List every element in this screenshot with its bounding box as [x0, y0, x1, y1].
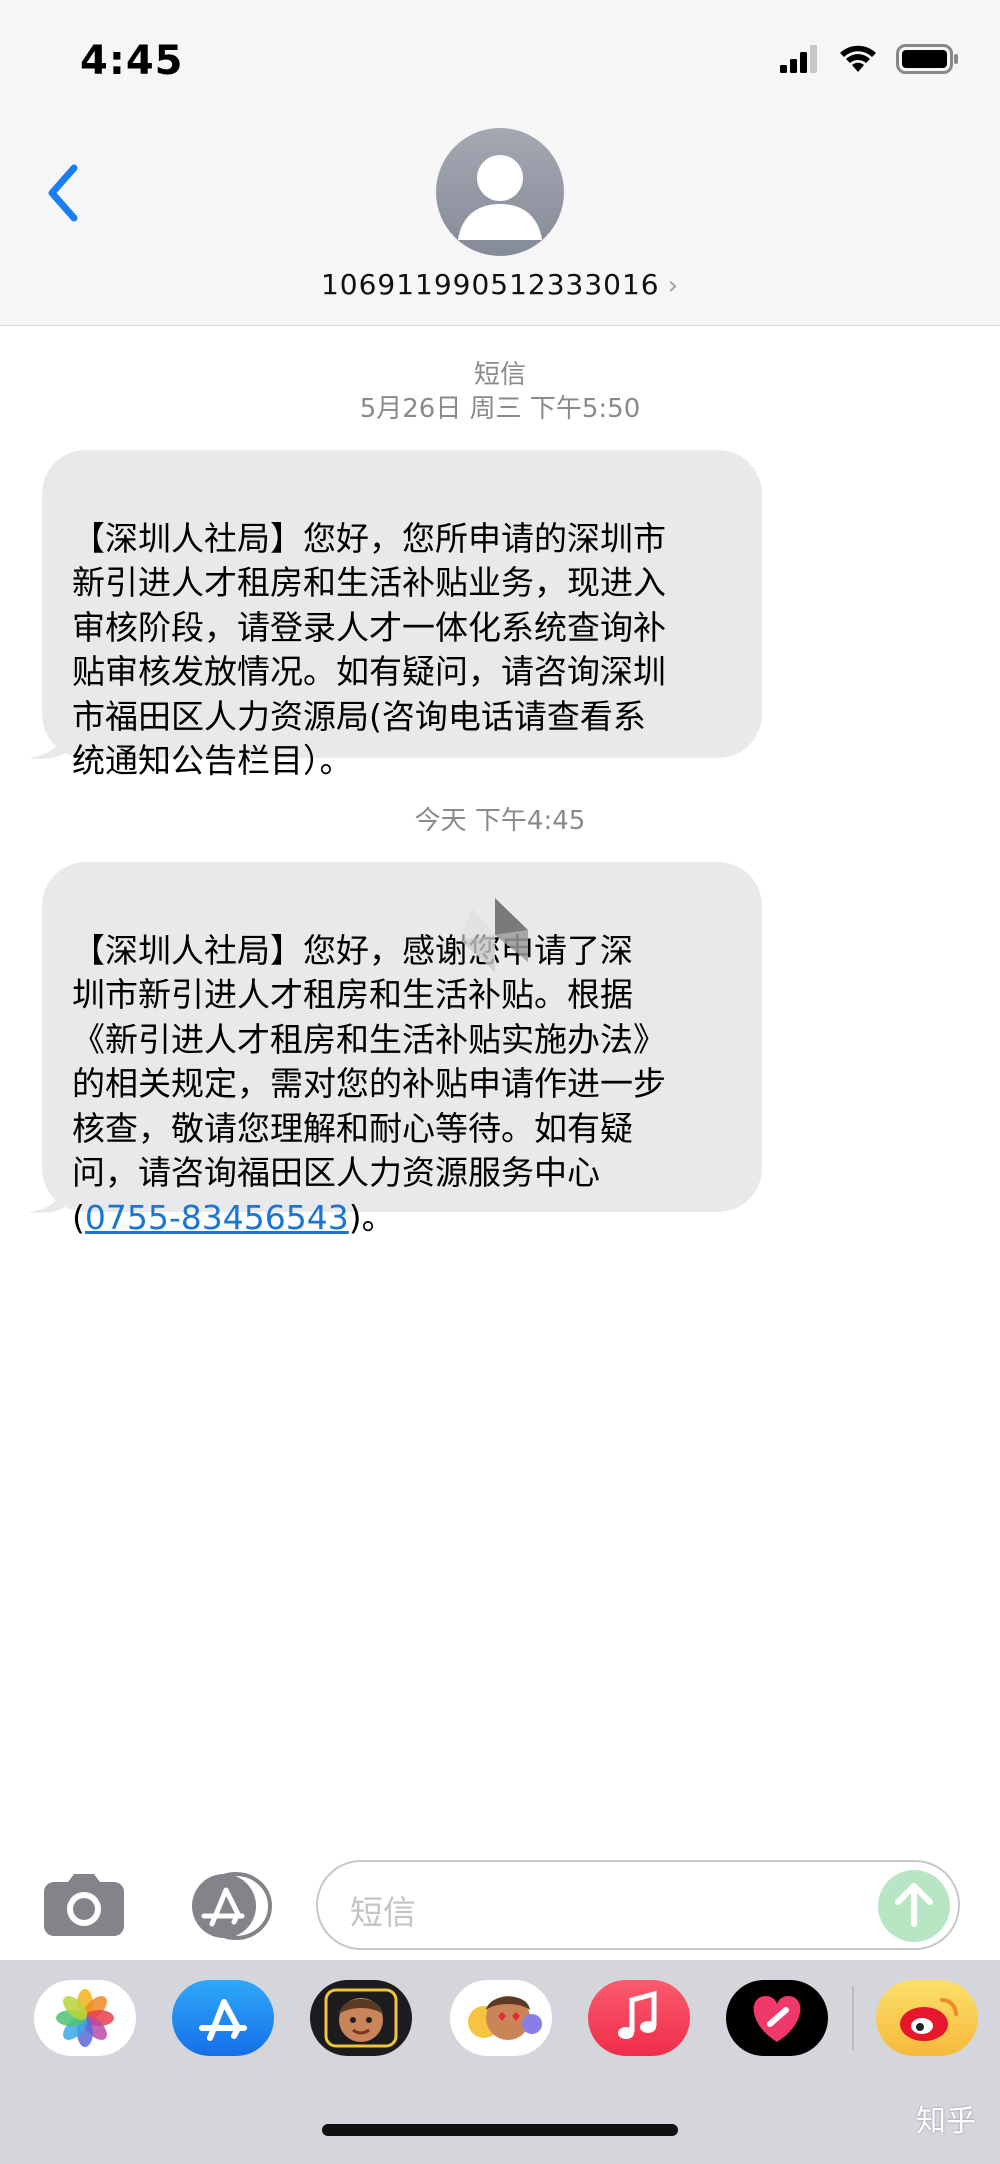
- watermark: 知乎: [916, 2104, 976, 2139]
- contact-name-row[interactable]: 106911990512333016 ›: [0, 268, 1000, 301]
- contact-number: 106911990512333016: [320, 268, 660, 301]
- home-indicator[interactable]: [322, 2124, 678, 2136]
- dock-divider: [852, 1986, 854, 2050]
- photos-app-icon[interactable]: [34, 1980, 136, 2056]
- wifi-icon: [840, 45, 876, 72]
- phone-number-link[interactable]: 0755-83456543: [85, 1198, 349, 1237]
- back-chevron-icon[interactable]: [38, 158, 88, 228]
- loading-spinner-icon: [460, 898, 528, 972]
- memoji-icon[interactable]: [310, 1980, 412, 2056]
- status-time: 4:45: [80, 38, 184, 84]
- contact-avatar[interactable]: [436, 128, 564, 256]
- conversation-header: 4:45 106911990512333016 ›: [0, 0, 1000, 326]
- music-icon[interactable]: [588, 1980, 690, 2056]
- camera-icon[interactable]: [42, 1872, 126, 1940]
- timestamp: 今天 下午4:45: [414, 806, 586, 836]
- arrow-up-icon: [895, 1883, 933, 1927]
- weibo-icon[interactable]: [876, 1980, 978, 2056]
- timestamp-label: 短信: [473, 360, 526, 390]
- status-icons: [780, 44, 960, 74]
- timestamp: 5月26日 周三 下午5:50: [359, 394, 641, 424]
- chevron-right-icon: ›: [667, 271, 680, 301]
- app-store-apps-icon[interactable]: [180, 1872, 272, 1940]
- person-silhouette-icon: [458, 155, 542, 240]
- app-store-icon[interactable]: [172, 1980, 274, 2056]
- digital-touch-heart-icon[interactable]: [726, 1980, 828, 2056]
- cellular-signal-icon: [780, 45, 817, 73]
- battery-icon: [896, 44, 958, 74]
- message-text: 【深圳人社局】您好，感谢您申请了深 圳市新引进人才租房和生活补贴。根据 《新引进…: [72, 930, 666, 1237]
- message-bubble[interactable]: 【深圳人社局】您好，您所申请的深圳市 新引进人才租房和生活补贴业务，现进入 审核…: [42, 450, 762, 780]
- message-input[interactable]: 短信: [316, 1860, 960, 1950]
- message-text: 【深圳人社局】您好，您所申请的深圳市 新引进人才租房和生活补贴业务，现进入 审核…: [72, 518, 666, 781]
- message-input-placeholder: 短信: [350, 1893, 416, 1932]
- send-button[interactable]: [878, 1870, 950, 1942]
- message-bubble[interactable]: 【深圳人社局】您好，感谢您申请了深 圳市新引进人才租房和生活补贴。根据 《新引进…: [42, 862, 762, 1237]
- memoji-stickers-icon[interactable]: [450, 1980, 552, 2056]
- message-text-end: )。: [348, 1197, 395, 1237]
